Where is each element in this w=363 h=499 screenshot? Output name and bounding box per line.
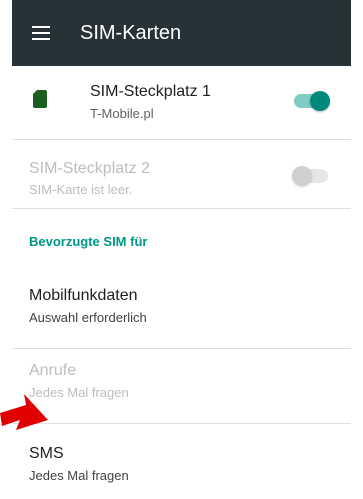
hamburger-menu-icon[interactable] <box>32 26 50 40</box>
sim-slot-2-title: SIM-Steckplatz 2 <box>29 160 150 177</box>
settings-list: SIM-Steckplatz 1 T-Mobile.pl SIM-Steckpl… <box>12 66 351 499</box>
calls-title: Anrufe <box>29 362 77 379</box>
sim-slot-1-subtitle: T-Mobile.pl <box>90 106 154 121</box>
preferred-sms-row[interactable]: SMS Jedes Mal fragen <box>12 424 351 499</box>
toggle-knob <box>292 166 312 186</box>
sim-slot-1-row[interactable]: SIM-Steckplatz 1 T-Mobile.pl <box>12 66 351 140</box>
toggle-knob <box>310 91 330 111</box>
sms-title: SMS <box>29 445 64 462</box>
sim-card-icon <box>32 89 47 108</box>
sim-slot-1-toggle[interactable] <box>294 91 330 111</box>
preferred-calls-row: Anrufe Jedes Mal fragen <box>12 349 351 424</box>
mobile-data-title: Mobilfunkdaten <box>29 287 138 304</box>
right-edge <box>351 0 363 499</box>
red-arrow-icon <box>0 394 48 430</box>
screen: SIM-Karten SIM-Steckplatz 1 T-Mobile.pl … <box>0 0 363 499</box>
preferred-sim-section: Bevorzugte SIM für <box>12 209 351 272</box>
sim-slot-2-subtitle: SIM-Karte ist leer. <box>29 182 133 197</box>
sim-slot-2-toggle <box>292 166 328 186</box>
mobile-data-subtitle: Auswahl erforderlich <box>29 310 147 325</box>
preferred-mobile-data-row[interactable]: Mobilfunkdaten Auswahl erforderlich <box>12 272 351 349</box>
page-title: SIM-Karten <box>80 21 182 44</box>
sms-subtitle: Jedes Mal fragen <box>29 468 129 483</box>
app-bar: SIM-Karten <box>12 0 351 66</box>
sim-slot-1-title: SIM-Steckplatz 1 <box>90 83 211 100</box>
section-header: Bevorzugte SIM für <box>29 234 148 249</box>
sim-slot-2-row: SIM-Steckplatz 2 SIM-Karte ist leer. <box>12 140 351 209</box>
